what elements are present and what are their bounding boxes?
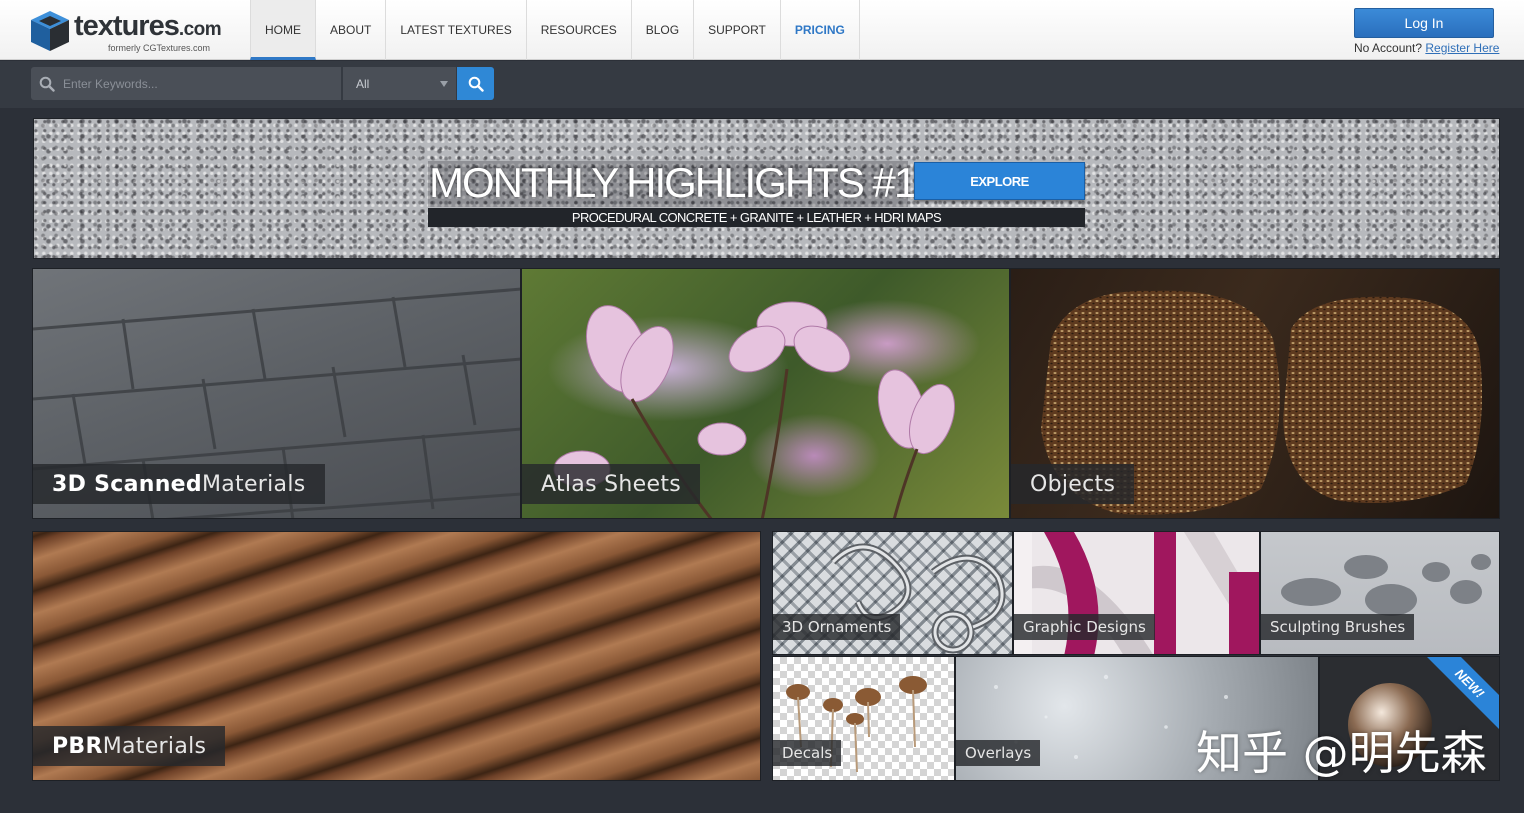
chevron-down-icon xyxy=(440,81,448,87)
tile-3d-scanned-materials[interactable]: 3D Scanned Materials xyxy=(32,268,521,519)
tile-atlas-sheets[interactable]: Atlas Sheets xyxy=(521,268,1010,519)
tile-label: Sculpting Brushes xyxy=(1261,614,1415,640)
site-logo[interactable]: textures.com formerly CGTextures.com xyxy=(28,8,238,54)
search-bar: All xyxy=(0,61,1524,108)
nav-blog[interactable]: BLOG xyxy=(632,0,695,60)
nav-resources[interactable]: RESOURCES xyxy=(527,0,632,60)
tile-sculpting-brushes[interactable]: Sculpting Brushes xyxy=(1260,531,1500,655)
search-icon xyxy=(31,67,63,100)
tile-label: 3D Ornaments xyxy=(773,614,901,640)
nav-pricing[interactable]: PRICING xyxy=(781,0,860,60)
register-link[interactable]: Register Here xyxy=(1425,41,1499,55)
category-select[interactable]: All xyxy=(343,67,456,100)
monthly-highlights-banner[interactable]: MONTHLY HIGHLIGHTS #15 EXPLORE PROCEDURA… xyxy=(33,118,1500,259)
tile-objects[interactable]: Objects xyxy=(1010,268,1500,519)
zhihu-watermark: 知乎 @明先森 xyxy=(1196,726,1487,780)
cube-logo-icon xyxy=(31,11,69,51)
register-prompt: No Account? Register Here xyxy=(1354,41,1499,55)
nav-about[interactable]: ABOUT xyxy=(316,0,387,60)
no-account-text: No Account? xyxy=(1354,41,1423,55)
tile-label: 3D Scanned Materials xyxy=(33,464,325,504)
login-button[interactable]: Log In xyxy=(1354,8,1494,38)
tile-label: Decals xyxy=(773,740,842,766)
logo-tagline: formerly CGTextures.com xyxy=(108,43,211,53)
search-icon xyxy=(468,76,484,92)
search-button[interactable] xyxy=(457,67,494,100)
tile-label: Overlays xyxy=(956,740,1041,766)
tile-pbr-materials[interactable]: PBR Materials xyxy=(32,531,761,781)
banner-title: MONTHLY HIGHLIGHTS #15 xyxy=(429,159,939,206)
nav-support[interactable]: SUPPORT xyxy=(694,0,781,60)
tile-3d-ornaments[interactable]: 3D Ornaments xyxy=(772,531,1013,655)
explore-button[interactable]: EXPLORE xyxy=(914,162,1085,200)
tile-label: PBR Materials xyxy=(33,726,226,766)
category-select-value: All xyxy=(356,76,370,91)
site-header: textures.com formerly CGTextures.com HOM… xyxy=(0,0,1524,60)
nav-home[interactable]: HOME xyxy=(250,0,316,60)
main-nav: HOME ABOUT LATEST TEXTURES RESOURCES BLO… xyxy=(250,0,860,60)
nav-latest-textures[interactable]: LATEST TEXTURES xyxy=(386,0,527,60)
tile-label: Objects xyxy=(1011,464,1135,504)
tile-label: Atlas Sheets xyxy=(522,464,701,504)
tile-decals[interactable]: Decals xyxy=(772,656,955,781)
tile-label: Graphic Designs xyxy=(1014,614,1155,640)
banner-subtitle: PROCEDURAL CONCRETE + GRANITE + LEATHER … xyxy=(428,208,1085,227)
search-input[interactable] xyxy=(63,67,341,100)
logo-wordmark: textures.com xyxy=(74,10,222,42)
search-box xyxy=(31,67,341,100)
tile-graphic-designs[interactable]: Graphic Designs xyxy=(1013,531,1260,655)
